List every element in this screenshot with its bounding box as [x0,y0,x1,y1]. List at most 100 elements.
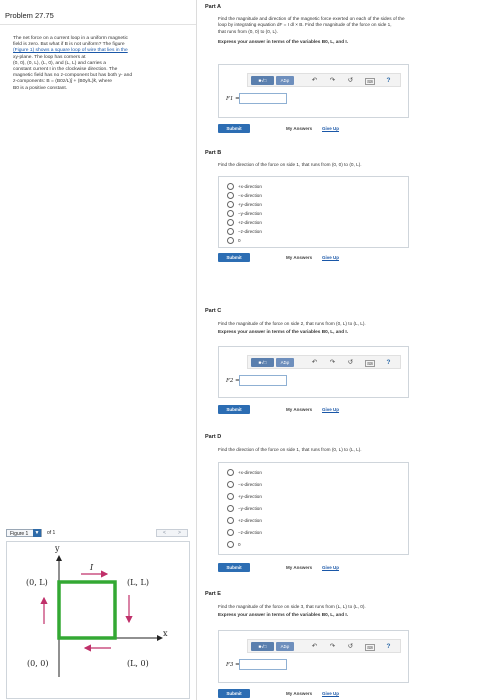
option-label: +y-direction [238,202,262,207]
figure-toolbar: Figure 1 ▼ of 1 < > [6,528,190,539]
part-a-my-answers-link[interactable]: My Answers [286,126,312,131]
part-b-my-answers-link[interactable]: My Answers [286,255,312,260]
keyboard-icon[interactable]: ⌨ [365,78,375,85]
part-c-give-up-link[interactable]: Give Up [322,407,339,412]
prev-figure-button[interactable]: < [157,530,172,537]
part-d-option[interactable]: +z-direction [227,517,262,525]
part-e-my-answers-link[interactable]: My Answers [286,691,312,696]
math-toolbar: ■√□ AΣφ ↶ ↷ ↺ ⌨ ? [247,639,401,653]
greek-symbols-button[interactable]: AΣφ [276,76,294,85]
part-a-give-up-link[interactable]: Give Up [322,126,339,131]
option-label: +z-direction [238,518,262,523]
templates-button[interactable]: ■√□ [251,76,274,85]
part-b-option[interactable]: −z-direction [227,228,262,236]
part-a-answer-box: ■√□ AΣφ ↶ ↷ ↺ ⌨ ? F1 = [218,64,409,118]
keyboard-icon[interactable]: ⌨ [365,360,375,367]
option-label: +x-direction [238,470,262,475]
part-c-instruction: Express your answer in terms of the vari… [218,329,348,335]
part-e-instruction: Express your answer in terms of the vari… [218,612,348,618]
part-d-option[interactable]: +x-direction [227,469,262,477]
help-icon[interactable]: ? [384,76,393,85]
part-b-option[interactable]: −x-direction [227,192,262,200]
option-label: 0 [238,238,241,243]
corner-label-top-right: (L, L) [127,578,149,587]
problem-header: Problem 27.75 [0,0,196,25]
undo-icon[interactable]: ↶ [310,642,319,651]
part-b-option[interactable]: +x-direction [227,183,262,191]
part-e-variable-label: F3 = [226,662,240,668]
part-c-my-answers-link[interactable]: My Answers [286,407,312,412]
part-c-question: Find the magnitude of the force on side … [218,321,483,336]
loop-diagram [40,555,163,677]
reset-icon[interactable]: ↺ [346,642,355,651]
part-d-give-up-link[interactable]: Give Up [322,565,339,570]
figure-count: of 1 [47,530,56,536]
corner-label-top-left: (0, L) [26,578,48,587]
math-toolbar: ■√□ AΣφ ↶ ↷ ↺ ⌨ ? [247,73,401,87]
radio-icon [227,192,234,200]
part-a-submit-button[interactable]: Submit [218,124,250,133]
option-label: −z-direction [238,229,262,234]
chevron-down-icon: ▼ [33,529,41,537]
part-d-option[interactable]: +y-direction [227,493,262,501]
part-b-option[interactable]: 0 [227,237,241,245]
templates-button[interactable]: ■√□ [251,642,274,651]
part-b-question: Find the direction of the force on side … [218,162,362,167]
radio-icon [227,237,234,245]
part-a-answer-input[interactable] [239,93,287,104]
part-d-option[interactable]: −x-direction [227,481,262,489]
greek-symbols-button[interactable]: AΣφ [276,358,294,367]
part-d-submit-button[interactable]: Submit [218,563,250,572]
radio-icon [227,481,234,489]
option-label: +x-direction [238,184,262,189]
next-figure-button[interactable]: > [172,530,187,537]
part-d-option[interactable]: −y-direction [227,505,262,513]
part-b-submit-button[interactable]: Submit [218,253,250,262]
part-e-answer-input[interactable] [239,659,287,670]
keyboard-icon[interactable]: ⌨ [365,644,375,651]
part-a-label: Part A [205,4,221,10]
problem-line: B0 is a positive constant. [13,85,68,91]
option-label: +z-direction [238,220,262,225]
help-icon[interactable]: ? [384,642,393,651]
part-c-submit-button[interactable]: Submit [218,405,250,414]
part-d-my-answers-link[interactable]: My Answers [286,565,312,570]
templates-button[interactable]: ■√□ [251,358,274,367]
part-c-question-line: Find the magnitude of the force on side … [218,321,366,326]
part-c-label: Part C [205,308,222,314]
part-d-option[interactable]: −z-direction [227,529,262,537]
part-b-give-up-link[interactable]: Give Up [322,255,339,260]
option-label: −y-direction [238,506,262,511]
undo-icon[interactable]: ↶ [310,358,319,367]
figure-nav: < > [156,529,188,537]
greek-symbols-button[interactable]: AΣφ [276,642,294,651]
part-b-option[interactable]: +y-direction [227,201,262,209]
part-b-option[interactable]: −y-direction [227,210,262,218]
help-icon[interactable]: ? [384,358,393,367]
part-d-option[interactable]: 0 [227,541,241,549]
redo-icon[interactable]: ↷ [328,358,337,367]
part-c-answer-input[interactable] [239,375,287,386]
corner-label-bottom-right: (L, 0) [127,659,149,668]
option-label: −y-direction [238,211,262,216]
part-a-variable-label: F1 = [226,96,240,102]
radio-icon [227,469,234,477]
part-b-label: Part B [205,150,222,156]
part-e-label: Part E [205,591,221,597]
radio-icon [227,201,234,209]
part-d-question: Find the direction of the force on side … [218,447,362,452]
figure-select[interactable]: Figure 1 ▼ [6,529,42,537]
undo-icon[interactable]: ↶ [310,76,319,85]
redo-icon[interactable]: ↷ [328,76,337,85]
part-e-answer-box: ■√□ AΣφ ↶ ↷ ↺ ⌨ ? F3 = [218,630,409,683]
corner-label-bottom-left: (0, 0) [27,659,49,668]
reset-icon[interactable]: ↺ [346,76,355,85]
reset-icon[interactable]: ↺ [346,358,355,367]
part-e-give-up-link[interactable]: Give Up [322,691,339,696]
radio-icon [227,219,234,227]
problem-pane: Problem 27.75 The net force on a current… [0,0,197,700]
radio-icon [227,529,234,537]
part-e-submit-button[interactable]: Submit [218,689,250,698]
part-b-option[interactable]: +z-direction [227,219,262,227]
redo-icon[interactable]: ↷ [328,642,337,651]
